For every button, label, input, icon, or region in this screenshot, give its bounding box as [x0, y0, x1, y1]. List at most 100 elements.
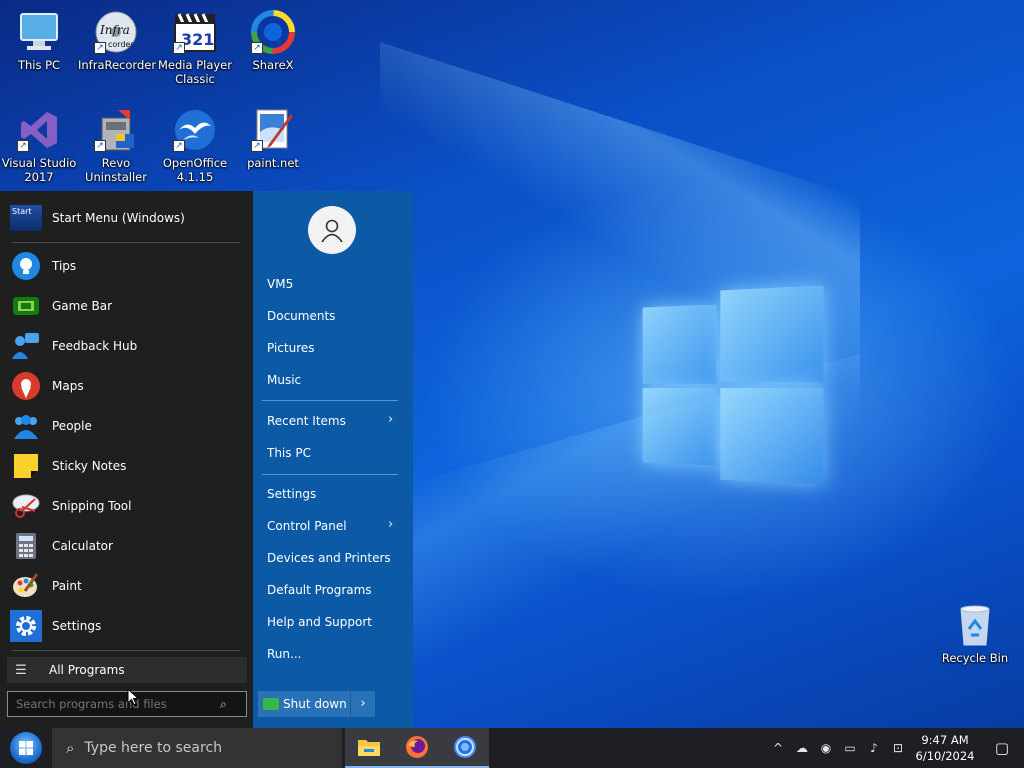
network-icon[interactable]: ▭	[838, 741, 862, 755]
program-item-game-bar[interactable]: Game Bar	[10, 288, 246, 324]
start-link-documents[interactable]: Documents	[267, 307, 335, 325]
program-item-settings[interactable]: Settings	[10, 608, 246, 644]
taskbar-app-file-explorer[interactable]	[345, 728, 393, 768]
calculator-icon	[16, 533, 36, 559]
start-menu: Start Start Menu (Windows) Tips Game Bar…	[0, 191, 413, 728]
speaker-muted-icon[interactable]: ♪	[862, 741, 886, 755]
game-bar-icon	[13, 297, 39, 315]
program-item-maps[interactable]: Maps	[10, 368, 246, 404]
start-link-control-panel[interactable]: Control Panel	[267, 517, 347, 535]
desktop-icon-revo-uninstaller[interactable]: ↗ Revo Uninstaller	[78, 108, 154, 184]
desktop-icon-label: ShareX	[252, 58, 294, 72]
start-link-help-support[interactable]: Help and Support	[267, 613, 372, 631]
desktop-icon-openoffice[interactable]: ↗ OpenOffice 4.1.15	[157, 108, 233, 184]
divider	[262, 474, 398, 475]
gear-icon	[10, 610, 42, 642]
program-item-calculator[interactable]: Calculator	[10, 528, 246, 564]
program-name: Paint	[52, 579, 82, 593]
start-button[interactable]	[0, 728, 52, 768]
shutdown-options-button[interactable]: ›	[350, 691, 375, 717]
start-link-default-programs[interactable]: Default Programs	[267, 581, 372, 599]
taskbar-search-placeholder: Type here to search	[84, 740, 223, 756]
desktop-icon-this-pc[interactable]: This PC	[1, 10, 77, 72]
desktop-icon-label: Revo Uninstaller	[85, 156, 147, 184]
start-link-recent-items[interactable]: Recent Items	[267, 412, 346, 430]
taskbar: ⌕ Type here to search ^ ☁ ◉ ▭ ♪ ⊡ 9:47 A…	[0, 728, 1024, 768]
paint-palette-icon	[13, 573, 39, 597]
program-item-feedback-hub[interactable]: Feedback Hub	[10, 328, 246, 364]
lightbulb-icon	[12, 252, 40, 280]
start-menu-title: Start Menu (Windows)	[52, 211, 185, 225]
svg-text:321: 321	[181, 30, 214, 49]
program-name: People	[52, 419, 92, 433]
start-link-this-pc[interactable]: This PC	[267, 444, 311, 462]
desktop-icon-label: Recycle Bin	[941, 651, 1009, 665]
folder-icon	[358, 740, 380, 756]
taskbar-search-box[interactable]: ⌕ Type here to search	[52, 728, 342, 768]
program-name: Maps	[52, 379, 84, 393]
start-link-run[interactable]: Run...	[267, 645, 301, 663]
recycle-bin-icon	[960, 605, 990, 646]
program-item-tips[interactable]: Tips	[10, 248, 246, 284]
all-programs-button[interactable]: ☰ All Programs	[7, 657, 247, 683]
shutdown-label: Shut down	[283, 697, 347, 711]
desktop-icon-label: Media Player Classic	[158, 58, 232, 86]
shortcut-arrow-icon: ↗	[94, 140, 106, 152]
chevron-right-icon: ›	[388, 412, 394, 427]
taskbar-clock[interactable]: 9:47 AM 6/10/2024	[910, 732, 980, 764]
start-link-devices-printers[interactable]: Devices and Printers	[267, 549, 391, 567]
svg-text:Infra: Infra	[99, 23, 130, 37]
shortcut-arrow-icon: ↗	[251, 140, 263, 152]
start-menu-header[interactable]: Start Start Menu (Windows)	[10, 205, 185, 231]
desktop-icon-media-player-classic[interactable]: 321 ↗ Media Player Classic	[157, 10, 233, 86]
desktop-icon-label: OpenOffice 4.1.15	[162, 156, 228, 184]
notification-center-icon[interactable]: ▢	[980, 739, 1024, 757]
desktop-icon-recycle-bin[interactable]: Recycle Bin	[937, 603, 1013, 665]
start-link-music[interactable]: Music	[267, 371, 301, 389]
program-item-people[interactable]: People	[10, 408, 246, 444]
program-name: Settings	[52, 619, 102, 633]
program-name: Tips	[52, 259, 77, 273]
program-item-paint[interactable]: Paint	[10, 568, 246, 604]
shutdown-button[interactable]: Shut down	[258, 691, 350, 717]
wallpaper-windows-logo	[642, 285, 824, 485]
list-icon: ☰	[15, 662, 27, 678]
chevron-right-icon: ›	[360, 696, 366, 711]
sharex-tray-icon[interactable]: ◉	[814, 741, 838, 755]
start-menu-logo-icon: Start	[10, 205, 42, 231]
scissors-icon	[12, 494, 40, 518]
desktop-icon-label: paint.net	[247, 156, 299, 170]
desktop-icon-sharex[interactable]: ↗ ShareX	[235, 10, 311, 72]
desktop-icon-visual-studio[interactable]: ↗ Visual Studio 2017	[1, 108, 77, 184]
svg-text:corder: corder	[108, 40, 134, 49]
monitor-icon	[20, 13, 58, 50]
taskbar-app-chrome[interactable]	[441, 728, 489, 768]
all-programs-label: All Programs	[49, 663, 125, 677]
feedback-hub-icon	[12, 333, 39, 359]
shutdown-icon	[263, 698, 279, 710]
taskbar-app-firefox[interactable]	[393, 728, 441, 768]
program-item-snipping-tool[interactable]: Snipping Tool	[10, 488, 246, 524]
sticky-note-icon	[14, 454, 38, 478]
program-name: Sticky Notes	[52, 459, 127, 473]
clock-date: 6/10/2024	[915, 749, 975, 763]
firefox-icon	[406, 736, 428, 758]
start-menu-search-input[interactable]	[8, 697, 218, 711]
program-item-sticky-notes[interactable]: Sticky Notes	[10, 448, 246, 484]
user-avatar[interactable]	[308, 206, 356, 254]
start-link-pictures[interactable]: Pictures	[267, 339, 315, 357]
desktop-icon-label: InfraRecorder	[78, 58, 157, 72]
network-share-icon[interactable]: ☁	[790, 741, 814, 755]
chevron-up-icon[interactable]: ^	[766, 741, 790, 755]
user-icon	[321, 219, 343, 243]
desktop-icon-paint-net[interactable]: ↗ paint.net	[235, 108, 311, 170]
start-link-user-folder[interactable]: VM5	[267, 275, 293, 293]
desktop-icon-infrarecorder[interactable]: Infra corder ↗ InfraRecorder	[78, 10, 157, 72]
divider	[12, 650, 240, 651]
search-icon: ⌕	[220, 696, 227, 711]
program-name: Calculator	[52, 539, 113, 553]
input-indicator-icon[interactable]: ⊡	[886, 741, 910, 755]
start-link-settings[interactable]: Settings	[267, 485, 316, 503]
divider	[262, 400, 398, 401]
shortcut-arrow-icon: ↗	[173, 42, 185, 54]
